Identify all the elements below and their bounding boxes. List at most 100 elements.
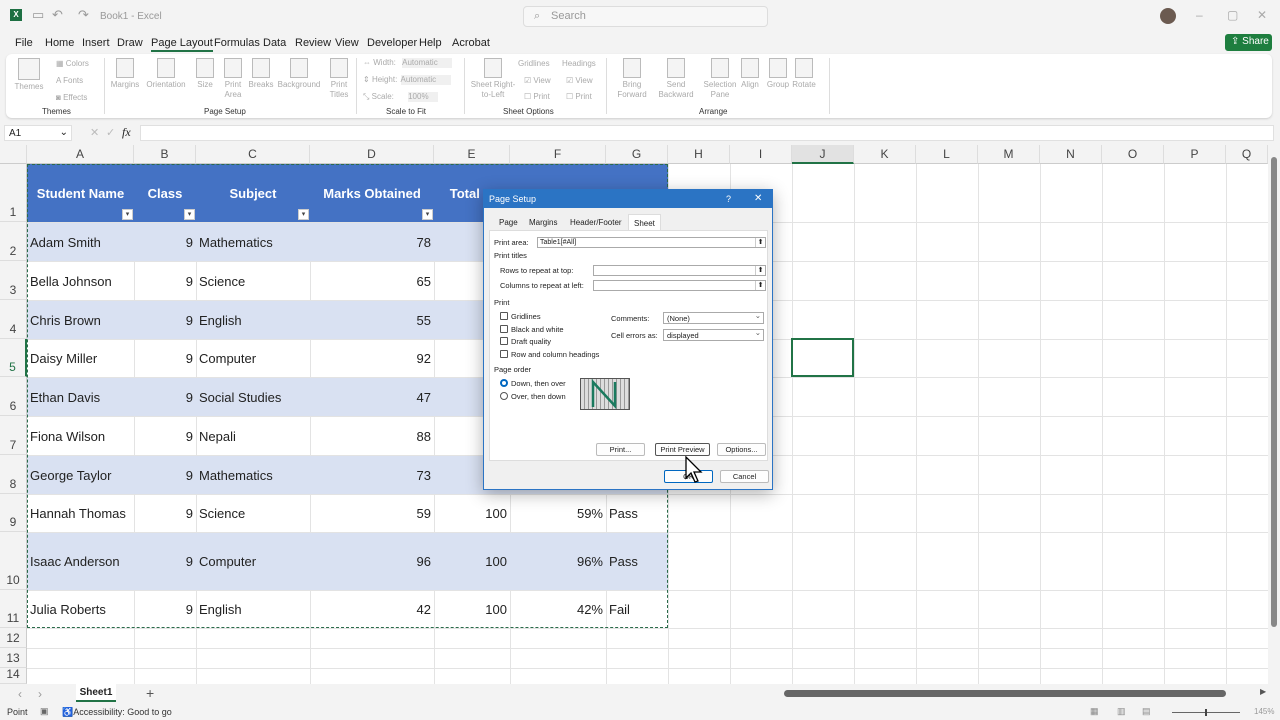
table-cell[interactable]: Julia Roberts (27, 591, 134, 628)
table-cell[interactable]: Ethan Davis (27, 378, 134, 416)
menu-data[interactable]: Data (263, 37, 286, 49)
scroll-right-icon[interactable]: ▶ (1260, 687, 1266, 696)
share-button[interactable]: ⇪ Share (1225, 34, 1272, 51)
radio-down-then-over[interactable] (500, 379, 508, 387)
function-icon[interactable]: fx (122, 125, 131, 140)
background-button[interactable]: Background (276, 58, 322, 90)
accessibility-status[interactable]: ♿Accessibility: Good to go (62, 707, 172, 718)
table-cell[interactable]: Daisy Miller (27, 340, 134, 377)
row-header-13[interactable]: 13 (0, 648, 27, 668)
page-layout-view-icon[interactable]: ▥ (1117, 706, 1126, 717)
bring-forward-button[interactable]: Bring Forward (612, 58, 652, 100)
enter-icon[interactable]: ✓ (106, 126, 115, 139)
rows-repeat-input[interactable]: ⬆ (593, 265, 766, 276)
table-cell[interactable]: 96% (510, 533, 606, 590)
cancel-icon[interactable]: ✕ (90, 126, 99, 139)
print-area-button[interactable]: Print Area (218, 58, 248, 100)
column-header-Q[interactable]: Q (1226, 145, 1268, 164)
table-cell[interactable]: 9 (134, 301, 196, 339)
selection-pane-button[interactable]: Selection Pane (700, 58, 740, 100)
column-header-N[interactable]: N (1040, 145, 1102, 164)
row-header-8[interactable]: 8 (0, 455, 27, 494)
table-cell[interactable]: Mathematics (196, 456, 310, 494)
selected-cell-J5[interactable] (791, 338, 854, 377)
collapse-dialog-icon[interactable]: ⬆ (755, 281, 765, 290)
table-cell[interactable]: 55 (310, 301, 434, 339)
orientation-button[interactable]: Orientation (143, 58, 189, 90)
column-header-A[interactable]: A (27, 145, 134, 164)
table-cell[interactable]: Pass (606, 495, 668, 532)
table-cell[interactable]: Bella Johnson (27, 262, 134, 300)
cell-errors-select[interactable]: displayed (663, 327, 764, 341)
table-cell[interactable]: 92 (310, 340, 434, 377)
zoom-slider-thumb[interactable] (1205, 709, 1207, 716)
close-icon[interactable]: ✕ (1257, 8, 1267, 22)
table-cell[interactable]: 9 (134, 417, 196, 455)
menu-help[interactable]: Help (419, 37, 442, 49)
close-icon[interactable]: ✕ (754, 193, 762, 204)
menu-view[interactable]: View (335, 37, 359, 49)
column-header-E[interactable]: E (434, 145, 510, 164)
table-cell[interactable]: 9 (134, 378, 196, 416)
table-cell[interactable]: Chris Brown (27, 301, 134, 339)
table-cell[interactable]: 100 (434, 591, 510, 628)
table-cell[interactable]: Science (196, 495, 310, 532)
menu-insert[interactable]: Insert (82, 37, 110, 49)
table-cell[interactable]: 42% (510, 591, 606, 628)
vertical-scrollbar[interactable] (1268, 145, 1280, 684)
sheet-rtl-button[interactable]: Sheet Right-to-Left (470, 58, 516, 100)
table-cell[interactable]: 9 (134, 456, 196, 494)
table-cell[interactable]: 59% (510, 495, 606, 532)
table-cell[interactable]: Adam Smith (27, 223, 134, 261)
menu-draw[interactable]: Draw (117, 37, 143, 49)
radio-over-then-down[interactable] (500, 391, 508, 400)
print-titles-button[interactable]: Print Titles (324, 58, 354, 100)
formula-input[interactable] (140, 125, 1274, 141)
cols-repeat-input[interactable]: ⬆ (593, 280, 766, 291)
options-button[interactable]: Options... (717, 443, 766, 456)
redo-icon[interactable]: ↷ (78, 8, 92, 22)
column-header-K[interactable]: K (854, 145, 916, 164)
height-select[interactable]: Automatic (400, 75, 451, 85)
table-cell[interactable]: Fail (606, 591, 668, 628)
table-cell[interactable]: George Taylor (27, 456, 134, 494)
width-select[interactable]: Automatic (402, 58, 453, 68)
table-cell[interactable]: 88 (310, 417, 434, 455)
column-header-B[interactable]: B (134, 145, 196, 164)
table-cell[interactable]: Computer (196, 340, 310, 377)
row-header-11[interactable]: 11 (0, 590, 27, 628)
table-cell[interactable]: 9 (134, 495, 196, 532)
table-cell[interactable]: Mathematics (196, 223, 310, 261)
next-sheet-icon[interactable]: › (38, 687, 42, 701)
table-cell[interactable]: Computer (196, 533, 310, 590)
effects-button[interactable]: ◙ Effects (56, 93, 87, 103)
comments-select[interactable]: (None) (663, 310, 764, 324)
macro-icon[interactable]: ▣ (40, 706, 49, 717)
avatar[interactable] (1160, 8, 1176, 24)
table-cell[interactable]: 96 (310, 533, 434, 590)
column-header-C[interactable]: C (196, 145, 310, 164)
table-cell[interactable]: Fiona Wilson (27, 417, 134, 455)
filter-dropdown-icon[interactable]: ▾ (122, 209, 133, 220)
table-cell[interactable]: 100 (434, 495, 510, 532)
help-icon[interactable]: ? (726, 194, 731, 204)
restore-icon[interactable]: ▢ (1227, 8, 1238, 22)
scroll-thumb[interactable] (1271, 157, 1277, 627)
group-button[interactable]: Group (764, 58, 792, 90)
save-icon[interactable]: ▭ (32, 8, 46, 22)
filter-dropdown-icon[interactable]: ▾ (184, 209, 195, 220)
row-header-2[interactable]: 2 (0, 222, 27, 261)
filter-dropdown-icon[interactable]: ▾ (422, 209, 433, 220)
filter-dropdown-icon[interactable]: ▾ (298, 209, 309, 220)
column-header-J[interactable]: J (792, 145, 854, 164)
dialog-tab-page[interactable]: Page (494, 214, 523, 231)
scale-control[interactable]: ⤡ Scale: 100% (363, 92, 439, 102)
menu-page-layout[interactable]: Page Layout (151, 37, 213, 52)
select-all-corner[interactable] (0, 145, 27, 164)
menu-file[interactable]: File (15, 37, 33, 49)
column-header-G[interactable]: G (606, 145, 668, 164)
gridlines-print-checkbox[interactable]: ☐ Print (524, 92, 550, 102)
table-cell[interactable]: 65 (310, 262, 434, 300)
table-cell[interactable]: 9 (134, 340, 196, 377)
rotate-button[interactable]: Rotate (790, 58, 818, 90)
